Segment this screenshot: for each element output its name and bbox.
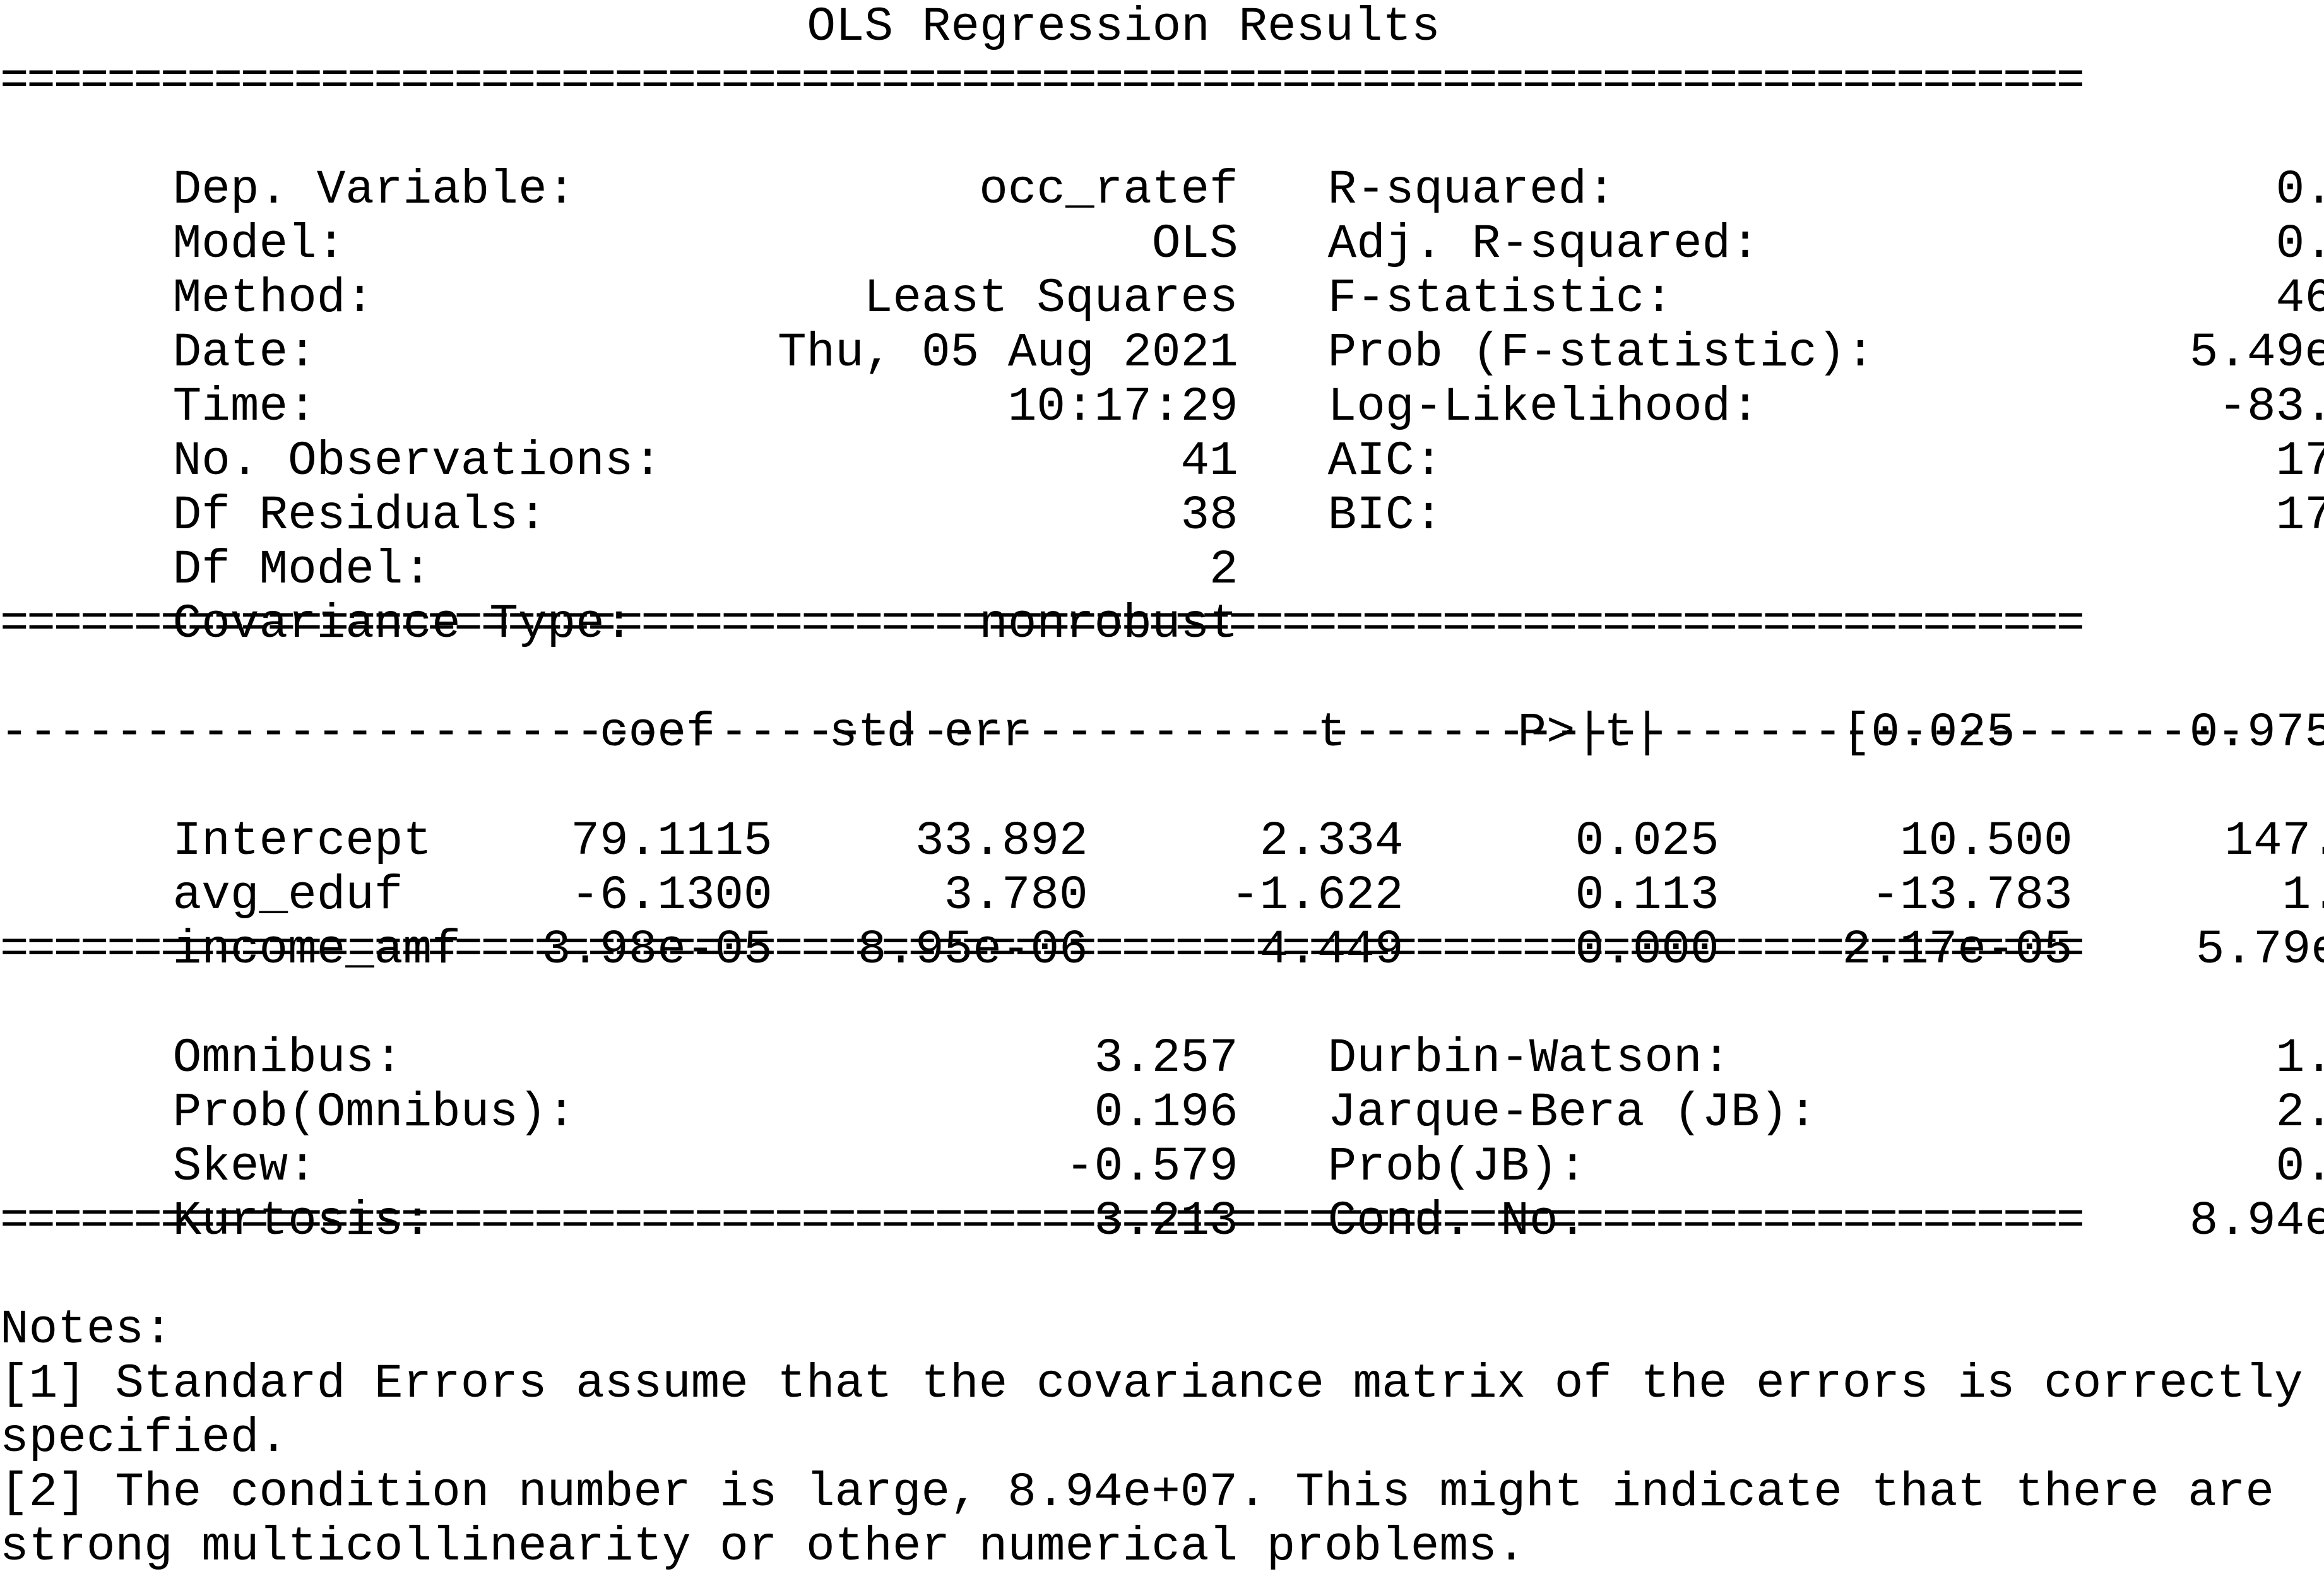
double-rule-top: ========================================… — [0, 54, 2085, 109]
single-rule: ----------------------------------------… — [0, 706, 2246, 760]
double-rule-lower: ========================================… — [0, 923, 2085, 977]
note-line: specified. — [0, 1411, 288, 1465]
note-line: [2] The condition number is large, 8.94e… — [0, 1465, 2274, 1520]
notes-heading: Notes: — [0, 1303, 173, 1357]
note-line: [1] Standard Errors assume that the cova… — [0, 1357, 2303, 1411]
summary-right-label: BIC: — [1327, 488, 1444, 543]
summary-right-value: 178.9 — [2275, 488, 2324, 543]
double-rule-bottom: ========================================… — [0, 1194, 2085, 1248]
note-line: strong multicollinearity or other numeri… — [0, 1520, 1526, 1574]
double-rule-mid: ========================================… — [0, 597, 2085, 651]
regression-output: OLS Regression Results =================… — [0, 0, 2324, 1574]
page-title: OLS Regression Results — [807, 0, 1440, 54]
